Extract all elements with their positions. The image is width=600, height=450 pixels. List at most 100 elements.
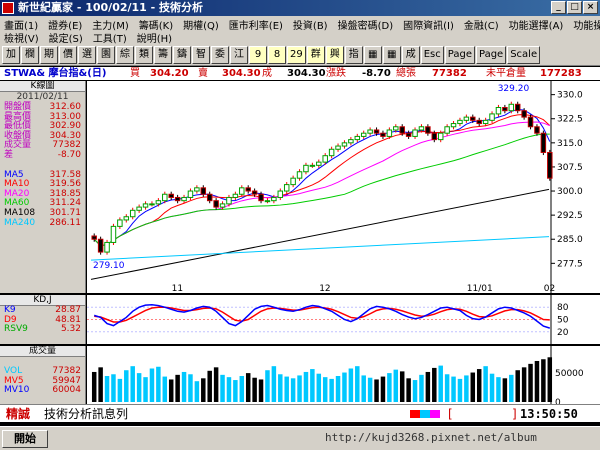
menu-item[interactable]: 國際資訊(I) bbox=[403, 17, 454, 32]
toolbar-button[interactable]: 欄 bbox=[21, 45, 39, 64]
volume-bar bbox=[136, 373, 142, 402]
kd-values: K9 28.87 D9 48.81 RSV9 5.32 bbox=[0, 305, 85, 335]
toolbar-button[interactable]: 委 bbox=[211, 45, 229, 64]
toolbar-button[interactable]: 29 bbox=[287, 45, 306, 64]
volume-chart[interactable]: 500000 bbox=[87, 346, 600, 404]
toolbar-button[interactable]: 選 bbox=[78, 45, 96, 64]
toolbar-button[interactable]: 興 bbox=[325, 45, 344, 64]
y-tick-label: 300.0 bbox=[557, 187, 583, 197]
menu-item[interactable]: 匯市利率(E) bbox=[229, 17, 283, 32]
toolbar-button[interactable]: 8 bbox=[268, 45, 286, 64]
menu-item[interactable]: 金融(C) bbox=[464, 17, 499, 32]
menu-item[interactable]: 工具(T) bbox=[93, 30, 127, 45]
toolbar-button[interactable]: ▦ bbox=[363, 45, 382, 64]
menu-item[interactable]: 投資(B) bbox=[293, 17, 328, 32]
toolbar-button[interactable]: Esc bbox=[420, 45, 444, 64]
status-message: 技術分析訊息列 bbox=[44, 407, 129, 421]
toolbar-button[interactable]: Scale bbox=[507, 45, 541, 64]
start-button[interactable]: 開始 bbox=[2, 430, 48, 448]
toolbar-button[interactable]: 類 bbox=[135, 45, 153, 64]
volume-bar bbox=[419, 374, 424, 402]
menu-item[interactable]: 功能選擇(A) bbox=[509, 17, 564, 32]
toolbar-button[interactable]: 指 bbox=[344, 45, 363, 64]
panel-row-label: MV10 bbox=[4, 385, 30, 396]
menu-item[interactable]: 證券(E) bbox=[48, 17, 82, 32]
panel-row-label: 最低價 bbox=[4, 121, 32, 132]
volume-bar bbox=[521, 367, 527, 402]
menu-item[interactable]: 畫面(1) bbox=[4, 17, 38, 32]
price-chart[interactable]: 330.0 322.5 315.0 307.5 300.0 292.5 285.0 277.5… bbox=[87, 81, 600, 293]
open-interest-value: 177283 bbox=[540, 68, 582, 79]
toolbar-button[interactable]: 江 bbox=[230, 45, 248, 64]
panel-row: 差 -8.70 bbox=[0, 149, 85, 161]
candle-body bbox=[393, 126, 399, 131]
candle-body bbox=[162, 193, 168, 202]
toolbar-button[interactable]: ▦ bbox=[382, 45, 401, 64]
candle-body bbox=[341, 142, 348, 147]
toolbar: 加欄期價選園綜類籌鑄智委江 9 8 29 群興指 ▦ ▦ 成 Esc Page Page Scale bbox=[0, 44, 600, 66]
volume-bar bbox=[348, 368, 354, 402]
toolbar-button[interactable]: Page bbox=[475, 45, 507, 64]
x-tick-label: 11/01 bbox=[467, 284, 493, 293]
panel-row-label: D9 bbox=[4, 314, 17, 325]
maximize-button[interactable]: □ bbox=[567, 1, 582, 14]
symbol-label[interactable]: STWA& 摩台指&(日) bbox=[4, 67, 106, 80]
watermark-text: http://kujd3268.pixnet.net/album bbox=[325, 431, 537, 444]
candle-body bbox=[97, 238, 104, 253]
toolbar-button[interactable]: 籌 bbox=[154, 45, 172, 64]
toolbar-button[interactable]: 園 bbox=[97, 45, 115, 64]
menu-item[interactable]: 主力(M) bbox=[92, 17, 128, 32]
y-tick-label: 322.5 bbox=[557, 115, 583, 125]
menu-item[interactable]: 期權(Q) bbox=[183, 17, 219, 32]
toolbar-button[interactable]: Page bbox=[444, 45, 475, 64]
menu-item[interactable]: 說明(H) bbox=[137, 30, 172, 45]
toolbar-button[interactable]: 9 bbox=[249, 45, 267, 64]
menu-item[interactable]: 操盤密碼(D) bbox=[338, 17, 394, 32]
taskbar: 開始 http://kujd3268.pixnet.net/album bbox=[0, 426, 600, 450]
candle-body bbox=[277, 190, 284, 198]
toolbar-button[interactable]: 期 bbox=[40, 45, 58, 64]
volume-bar bbox=[194, 381, 200, 402]
quote-info-bar: STWA& 摩台指&(日) 買 304.20 賣 304.30 成 304.30… bbox=[0, 67, 600, 80]
panel-row-label: 差 bbox=[4, 149, 14, 160]
minimize-button[interactable]: _ bbox=[551, 1, 566, 14]
toolbar-button[interactable]: 綜 bbox=[116, 45, 134, 64]
volume-bar bbox=[438, 365, 443, 402]
menu-item[interactable]: 籌碼(K) bbox=[139, 17, 173, 32]
volume-bar bbox=[98, 367, 103, 402]
change-value: -8.70 bbox=[362, 68, 391, 79]
candle-body bbox=[514, 103, 521, 112]
candle-body bbox=[258, 193, 264, 202]
toolbar-button[interactable]: 群 bbox=[306, 45, 325, 64]
menu-item[interactable]: 功能操作(Z) bbox=[573, 17, 600, 32]
volume-bar bbox=[483, 366, 488, 402]
volume-bar bbox=[207, 370, 212, 402]
toolbar-button[interactable]: 智 bbox=[192, 45, 210, 64]
toolbar-button[interactable]: 加 bbox=[2, 45, 20, 64]
kd-tick-label: 80 bbox=[557, 303, 569, 313]
kd-chart[interactable]: 80 50 20 bbox=[87, 295, 600, 344]
candle-body bbox=[521, 110, 527, 118]
sell-label: 賣 bbox=[198, 68, 208, 79]
volume-bar bbox=[412, 380, 418, 402]
close-button[interactable]: × bbox=[583, 1, 598, 14]
menu-item[interactable]: 設定(S) bbox=[49, 30, 83, 45]
toolbar-button[interactable]: 鑄 bbox=[173, 45, 191, 64]
toolbar-button[interactable]: 成 bbox=[401, 45, 420, 64]
panel-row-label: MA20 bbox=[4, 188, 30, 199]
volume-bar bbox=[284, 376, 289, 402]
menu-item[interactable]: 檢視(V) bbox=[4, 30, 39, 45]
volume-bar bbox=[534, 360, 540, 402]
volume-bar bbox=[457, 378, 463, 402]
candle-body bbox=[136, 206, 142, 211]
volume-bar bbox=[425, 371, 431, 402]
candle-body bbox=[425, 126, 431, 134]
volume-bar bbox=[335, 376, 341, 402]
volume-bar bbox=[297, 375, 302, 402]
toolbar-button[interactable]: 價 bbox=[59, 45, 77, 64]
volume-bar bbox=[265, 370, 270, 402]
volume-bar bbox=[393, 369, 399, 402]
candle-body bbox=[348, 139, 354, 144]
app-icon bbox=[2, 2, 14, 14]
candle-body bbox=[444, 126, 450, 134]
